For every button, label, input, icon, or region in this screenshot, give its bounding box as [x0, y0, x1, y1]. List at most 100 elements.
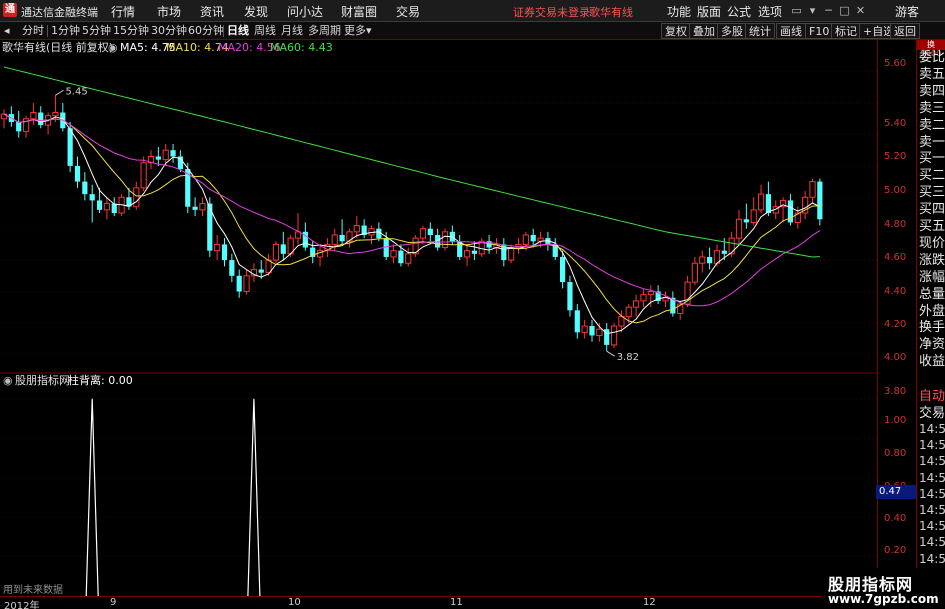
candle-body-down	[38, 112, 44, 126]
period-weekly[interactable]: 周线	[254, 22, 276, 39]
candle-body-up	[214, 243, 221, 252]
app-title: 通达信金融终端	[21, 6, 98, 19]
candle-body-up	[30, 112, 37, 120]
price-axis: 5.60 5.40 5.20 5.00 4.80 4.60 4.40 4.20 …	[877, 40, 916, 594]
period-more[interactable]: 更多▾	[344, 22, 372, 39]
menu-market-quotes[interactable]: 行情	[111, 3, 135, 20]
menu-formula[interactable]: 公式	[727, 3, 751, 20]
period-daily[interactable]: 日线	[227, 22, 249, 39]
guest-user[interactable]: 游客	[895, 3, 919, 20]
tick-time: 14:56	[919, 454, 945, 469]
candle-body-down	[111, 203, 117, 213]
menu-options[interactable]: 选项	[758, 3, 782, 20]
menu-assistant[interactable]: 问小达	[287, 3, 323, 20]
menu-market[interactable]: 市场	[157, 3, 181, 20]
indicator-settings-icon[interactable]: ◉	[108, 40, 118, 56]
sub-indicator-settings-icon[interactable]: ◉	[3, 373, 13, 389]
period-5min[interactable]: 5分钟	[82, 22, 111, 39]
close-icon[interactable]: ✕	[854, 4, 867, 17]
candle-body-up	[133, 187, 140, 208]
candle-body-up	[419, 228, 427, 239]
future-data-note: 用到未来数据	[3, 585, 63, 596]
candle-body-down	[721, 250, 727, 254]
toolbar-divider	[223, 25, 224, 37]
period-15min[interactable]: 15分钟	[113, 22, 149, 39]
overlay-button[interactable]: 叠加	[689, 23, 719, 39]
dropdown-icon[interactable]: ▾	[806, 4, 819, 17]
candle-body-down	[236, 275, 242, 292]
candle-body-up	[581, 325, 588, 333]
period-30min[interactable]: 30分钟	[151, 22, 187, 39]
candle-body-up	[508, 247, 515, 261]
minimize-icon[interactable]: ─	[822, 4, 835, 17]
trade-login-status[interactable]: 证券交易未登录	[513, 4, 590, 20]
period-1min[interactable]: 1分钟	[51, 22, 80, 39]
candle-body-down	[707, 256, 713, 264]
candle-body-down	[280, 244, 286, 254]
candle-body-down	[560, 256, 566, 283]
candle-body-down	[170, 150, 176, 157]
divergence-spike	[85, 398, 99, 597]
menu-news[interactable]: 资讯	[200, 3, 224, 20]
menu-trade[interactable]: 交易	[396, 3, 420, 20]
mark-button[interactable]: 标记	[831, 23, 861, 39]
candle-body-up	[522, 234, 529, 245]
menu-wealth-circle[interactable]: 财富圈	[341, 3, 377, 20]
candle-body-up	[750, 209, 757, 223]
price-tick: 5.60	[884, 58, 907, 69]
low-price-marker: 3.82	[617, 352, 639, 363]
candle-body-up	[140, 162, 147, 189]
tick-time: 14:56	[919, 535, 945, 550]
back-button[interactable]: 返回	[890, 23, 920, 39]
menu-functions[interactable]: 功能	[667, 3, 691, 20]
period-multi[interactable]: 多周期	[308, 22, 341, 39]
sub-indicator-value: 柱背离: 0.00	[68, 374, 133, 387]
kline-chart[interactable]: 5.45 3.82	[0, 40, 877, 609]
candle-body-up	[103, 203, 111, 211]
tick-time: 14:56	[919, 551, 945, 566]
trade-label[interactable]: 交易	[919, 402, 945, 421]
period-intraday[interactable]: 分时	[22, 22, 44, 39]
adjust-button[interactable]: 复权	[661, 23, 691, 39]
tick-time: 14:56	[919, 438, 945, 453]
candle-body-down	[74, 165, 81, 182]
statistics-button[interactable]: 统计	[745, 23, 775, 39]
chart-title: 歌华有线(日线 前复权)	[2, 41, 114, 54]
quote-panel: 换 1000 委比 卖五 卖四 卖三 卖二 卖一 买一 买二 买三 买四 买五 现价 涨跌 涨幅 总量 外盘换…	[916, 40, 945, 609]
candle-body-down	[229, 260, 235, 276]
ma10-line	[3, 113, 820, 324]
menu-discover[interactable]: 发现	[244, 3, 268, 20]
draw-line-button[interactable]: 画线	[776, 23, 806, 39]
sub-tick: 0.80	[884, 448, 907, 459]
maximize-icon[interactable]: □	[838, 4, 851, 17]
candle-body-up	[735, 218, 743, 239]
f10-button[interactable]: F10	[805, 23, 834, 39]
candle-body-down	[89, 194, 95, 201]
period-monthly[interactable]: 月线	[281, 22, 303, 39]
low-price-marker-leader	[606, 350, 615, 357]
candle-body-up	[405, 253, 412, 264]
toolbar-prev-icon[interactable]: ◂	[4, 22, 10, 39]
candle-body-down	[67, 128, 73, 166]
period-60min[interactable]: 60分钟	[188, 22, 224, 39]
menu-layout[interactable]: 版面	[697, 3, 721, 20]
tick-time: 14:56	[919, 503, 945, 517]
ma60-line	[3, 66, 820, 258]
price-tick: 4.20	[884, 319, 907, 330]
watermark-url: www.7gpzb.com	[828, 592, 939, 606]
candle-body-up	[610, 325, 618, 346]
price-tick: 4.00	[884, 352, 907, 363]
candle-body-up	[728, 237, 735, 255]
x-tick: 11	[450, 597, 463, 608]
candle-body-up	[272, 243, 280, 261]
candle-body-down	[567, 282, 573, 311]
multi-stock-button[interactable]: 多股	[717, 23, 747, 39]
candle-body-up	[441, 231, 449, 249]
ma60-label: MA60: 4.43	[270, 41, 333, 54]
x-tick: 10	[288, 597, 301, 608]
app-logo-icon: 通	[3, 3, 17, 17]
candle-body-up	[757, 193, 765, 211]
layout-icon[interactable]: ▭	[790, 4, 803, 17]
candle-body-down	[486, 241, 492, 248]
candle-body-up	[353, 225, 360, 233]
